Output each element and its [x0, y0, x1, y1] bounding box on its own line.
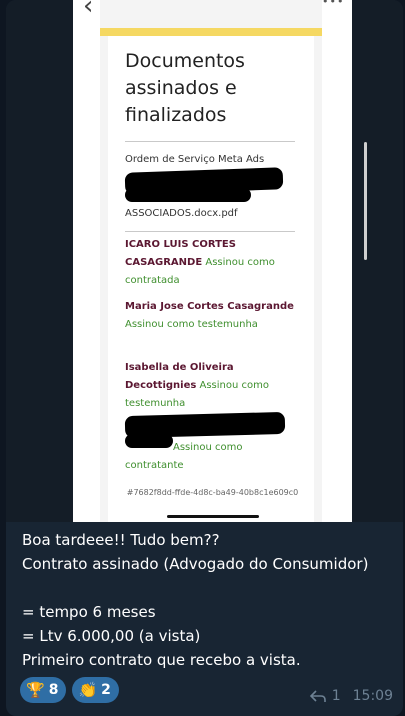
- message-line: [22, 576, 397, 600]
- message-time: 15:09: [352, 688, 393, 704]
- document-hash: #7682f8dd-ffde-4d8c-ba49-40b8c1e609c0: [126, 488, 299, 497]
- screenshot-attachment[interactable]: ‹ ••• Documentos assinados e finalizados: [6, 0, 403, 522]
- signer-entry: Assinou como contratante: [125, 439, 300, 475]
- message-meta: 1 15:09: [309, 688, 393, 704]
- more-icon: •••: [322, 0, 345, 8]
- divider: [125, 231, 295, 232]
- back-chevron-icon: ‹: [83, 0, 94, 21]
- signer-entry: Maria Jose Cortes Casagrande Assinou com…: [125, 298, 300, 334]
- reactions-bar: 🏆 8 👏 2: [20, 677, 119, 703]
- message-bubble[interactable]: ‹ ••• Documentos assinados e finalizados: [6, 0, 403, 716]
- signer-status: Assinou como contratante: [125, 442, 243, 471]
- signer-entry: ICARO LUIS CORTES CASAGRANDE Assinou com…: [125, 236, 300, 290]
- reaction-trophy[interactable]: 🏆 8: [20, 677, 67, 703]
- file-name-line2: ASSOCIADOS.docx.pdf: [125, 208, 238, 219]
- message-line: = Ltv 6.000,00 (a vista): [22, 627, 201, 645]
- file-name-line1: Ordem de Serviço Meta Ads: [125, 154, 265, 165]
- document-title: Documentos assinados e finalizados: [125, 50, 245, 126]
- message-line: = tempo 6 meses: [22, 603, 156, 621]
- divider: [125, 141, 295, 142]
- document-view: Documentos assinados e finalizados Ordem…: [100, 0, 367, 522]
- message-line: Contrato assinado (Advogado do Consumido…: [22, 555, 369, 573]
- home-indicator: [167, 515, 259, 518]
- message-line: Primeiro contrato que recebo a vista.: [22, 651, 301, 669]
- trophy-icon: 🏆: [26, 681, 45, 699]
- signer-entry: Isabella de Oliveira Decottignies Assino…: [125, 359, 300, 413]
- phone-screen: ‹ ••• Documentos assinados e finalizados: [73, 0, 367, 522]
- reaction-clap[interactable]: 👏 2: [72, 677, 119, 703]
- document-card: Documentos assinados e finalizados Ordem…: [108, 36, 314, 522]
- header-bar: [100, 28, 322, 36]
- signer-name: Maria Jose Cortes Casagrande: [125, 301, 294, 312]
- reaction-count: 2: [101, 682, 111, 698]
- reply-count[interactable]: 1: [332, 688, 341, 704]
- reply-arrow-icon[interactable]: [309, 689, 326, 703]
- clap-icon: 👏: [78, 681, 98, 699]
- message-line: Boa tardeee!! Tudo bem??: [22, 531, 220, 549]
- scrollbar[interactable]: [364, 142, 367, 260]
- reaction-count: 8: [48, 682, 59, 698]
- signer-status: Assinou como testemunha: [125, 319, 258, 330]
- redaction-mark: [125, 188, 251, 202]
- message-text: Boa tardeee!! Tudo bem?? Contrato assina…: [22, 528, 397, 672]
